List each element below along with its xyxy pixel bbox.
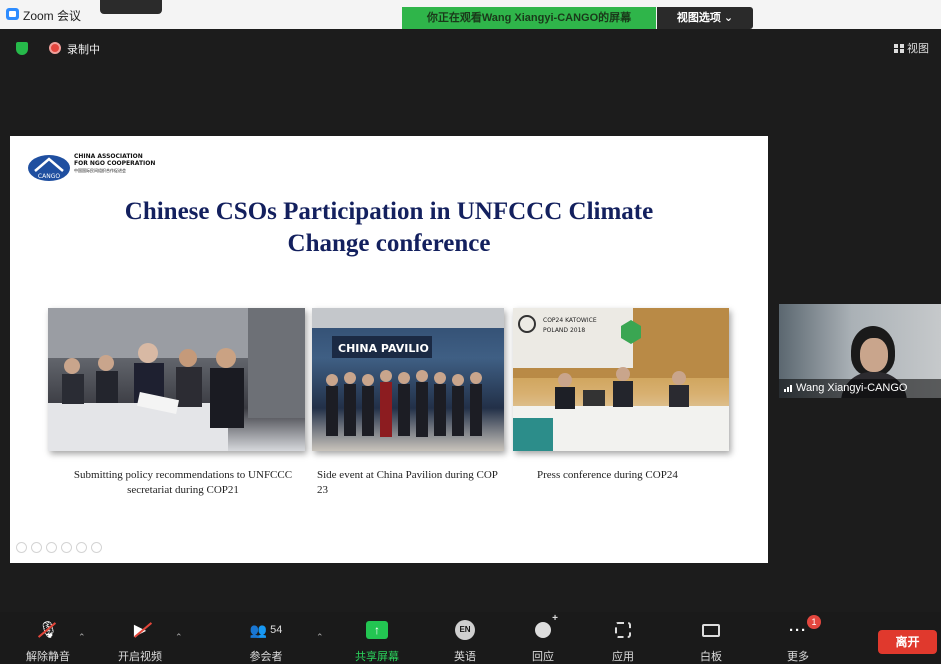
share-screen-label: 共享屏幕 <box>355 651 399 663</box>
unmute-button[interactable]: 🎙 解除静音 <box>18 618 78 664</box>
logo-text: CHINA ASSOCIATION FOR NGO COOPERATION 中国… <box>74 153 155 174</box>
apps-label: 应用 <box>612 651 634 663</box>
start-video-label: 开启视频 <box>118 651 162 663</box>
logo-line-1: CHINA ASSOCIATION <box>74 153 143 160</box>
share-icon: ↑ <box>366 621 388 639</box>
reactions-button[interactable]: 回应 <box>513 613 573 664</box>
view-button[interactable]: 视图 <box>894 40 929 56</box>
apps-button[interactable]: 应用 <box>593 618 653 664</box>
notification-badge: 1 <box>807 615 821 629</box>
cop24-sign-line-2: POLAND 2018 <box>543 327 585 334</box>
cop24-sign-line-1: COP24 KATOWICE <box>543 317 597 324</box>
cango-logo-icon: CANGO <box>28 155 70 181</box>
participants-button[interactable]: 👥 54 参会者 <box>236 618 296 664</box>
start-video-button[interactable]: ▶ 开启视频 <box>110 618 170 664</box>
more-button[interactable]: ··· 1 更多 <box>768 615 828 664</box>
participants-label: 参会者 <box>249 651 283 663</box>
title-bar: Zoom 会议 你正在观看Wang Xiangyi-CANGO的屏幕 视图选项 … <box>0 0 941 29</box>
participants-chevron-icon[interactable]: ⌃ <box>316 632 324 643</box>
pavilion-sign-text: CHINA PAVILIO <box>338 342 429 355</box>
viewing-screen-banner: 你正在观看Wang Xiangyi-CANGO的屏幕 <box>402 7 656 29</box>
recording-label[interactable]: 录制中 <box>67 41 100 57</box>
previous-slide-icon[interactable] <box>16 542 27 553</box>
meeting-toolbar: 🎙 解除静音 ⌃ ▶ 开启视频 ⌃ 👥 54 参会者 ⌃ ↑ 共享屏幕 EN 英… <box>0 612 941 664</box>
apps-icon <box>615 622 631 638</box>
signal-icon <box>784 383 794 392</box>
zoom-app-icon <box>6 8 19 20</box>
mic-muted-icon: 🎙 <box>37 622 59 639</box>
unmute-label: 解除静音 <box>26 651 70 663</box>
photo-cop21-meeting <box>48 308 305 451</box>
caption-cop21: Submitting policy recommendations to UNF… <box>73 469 293 496</box>
slide-title-line-1: Chinese CSOs Participation in UNFCCC Cli… <box>124 198 654 225</box>
audio-options-chevron-icon[interactable]: ⌃ <box>78 632 86 643</box>
next-slide-icon[interactable] <box>31 542 42 553</box>
caption-cop23: Side event at China Pavilion during COP … <box>317 469 498 496</box>
leave-button[interactable]: 离开 <box>878 630 937 654</box>
slide-title: Chinese CSOs Participation in UNFCCC Cli… <box>50 196 728 260</box>
participants-count: 54 <box>270 624 283 636</box>
language-label: 英语 <box>454 651 476 663</box>
photo-cop24-press-conference: COP24 KATOWICE POLAND 2018 <box>513 308 729 451</box>
reaction-icon <box>535 613 558 638</box>
whiteboard-button[interactable]: 白板 <box>681 618 741 664</box>
logo-line-3: 中国国际民间组织合作促进会 <box>74 168 126 173</box>
slide-title-line-2: Change conference <box>287 230 491 257</box>
pen-icon[interactable] <box>46 542 57 553</box>
share-screen-button[interactable]: ↑ 共享屏幕 <box>347 618 407 664</box>
video-options-chevron-icon[interactable]: ⌃ <box>175 632 183 643</box>
participant-name-label: Wang Xiangyi-CANGO <box>779 379 941 398</box>
reactions-label: 回应 <box>532 651 554 663</box>
logo-emblem-text: CANGO <box>38 173 60 180</box>
whiteboard-label: 白板 <box>700 651 722 663</box>
grid-icon <box>894 44 904 53</box>
more-icon: ··· <box>789 621 807 639</box>
participant-face <box>860 338 888 372</box>
title-bar-tab[interactable] <box>100 0 162 14</box>
language-icon: EN <box>455 620 475 640</box>
language-button[interactable]: EN 英语 <box>435 618 495 664</box>
shield-icon[interactable] <box>16 42 28 55</box>
shared-screen-slide: CANGO CHINA ASSOCIATION FOR NGO COOPERAT… <box>10 136 768 563</box>
slide-controls <box>16 542 102 553</box>
record-icon <box>49 42 61 54</box>
caption-cop24: Press conference during COP24 <box>537 469 678 481</box>
view-label: 视图 <box>907 43 929 55</box>
logo-line-2: FOR NGO COOPERATION <box>74 160 156 167</box>
zoom-icon[interactable] <box>76 542 87 553</box>
participants-icon: 👥 <box>249 621 268 638</box>
whiteboard-icon <box>702 623 720 637</box>
more-label: 更多 <box>787 651 809 663</box>
photo-china-pavilion: CHINA PAVILIO <box>312 308 504 451</box>
view-options-button[interactable]: 视图选项 ⌄ <box>657 7 753 29</box>
slides-grid-icon[interactable] <box>61 542 72 553</box>
participant-name: Wang Xiangyi-CANGO <box>796 382 908 394</box>
video-off-icon: ▶ <box>133 622 147 639</box>
options-icon[interactable] <box>91 542 102 553</box>
app-title: Zoom 会议 <box>23 9 82 23</box>
